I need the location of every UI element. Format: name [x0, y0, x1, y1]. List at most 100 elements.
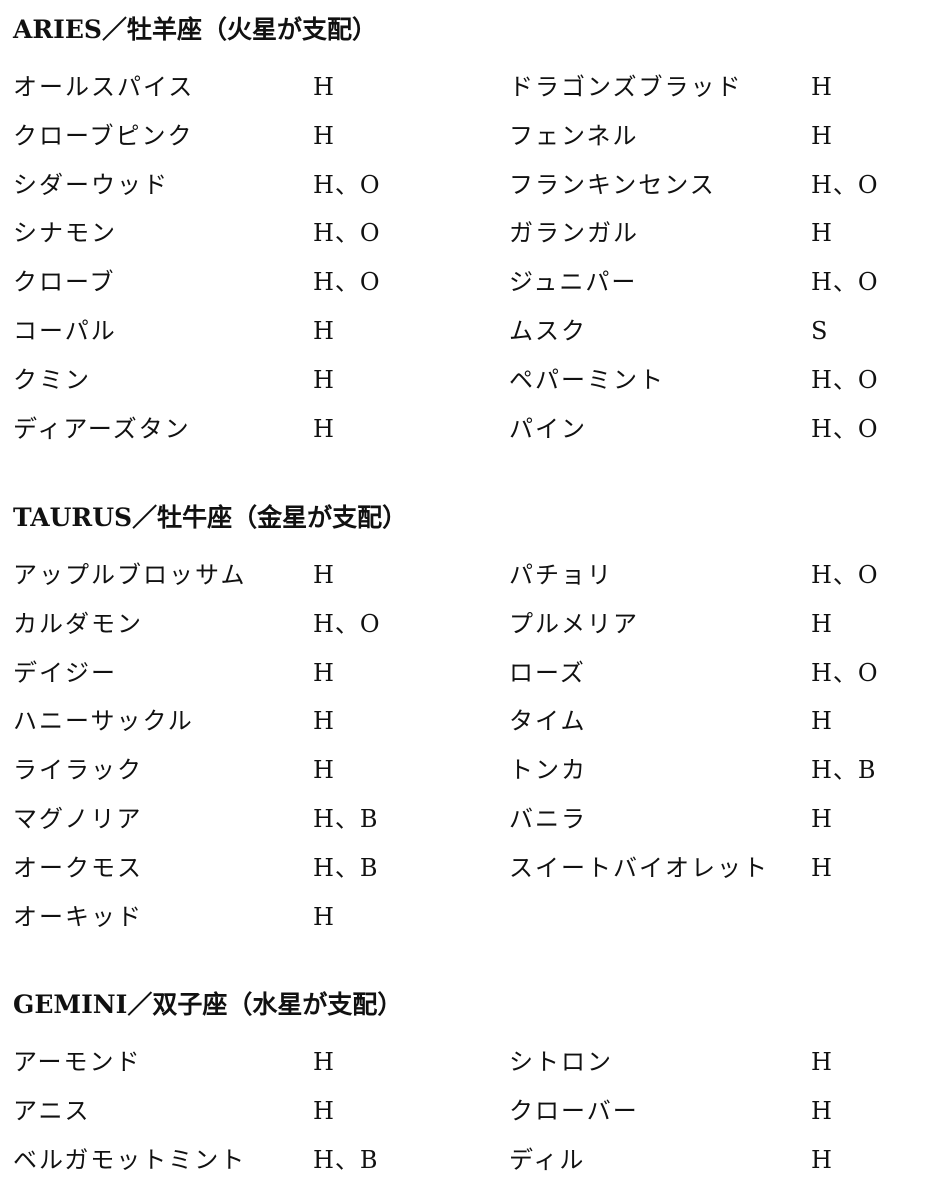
- table-row: デイジー H ローズ H、O: [0, 649, 927, 698]
- table-row: アーモンド H シトロン H: [0, 1038, 927, 1087]
- herb-name: アップルブロッサム: [13, 561, 247, 589]
- herb-name: クローブピンク: [13, 121, 194, 150]
- herb-name: シナモン: [13, 219, 117, 248]
- herb-code: S: [811, 316, 829, 345]
- table-row: カルダモン H、O プルメリア H: [0, 600, 927, 649]
- herb-name: ディル: [509, 1145, 586, 1174]
- herb-name: シダーウッド: [13, 170, 169, 199]
- herb-code: H: [811, 853, 833, 882]
- herb-name: トンカ: [509, 756, 587, 785]
- herb-name: フェンネル: [509, 121, 639, 150]
- table-row: マグノリア H、B バニラ H: [0, 795, 927, 844]
- herb-code: H、B: [313, 804, 379, 833]
- herb-code: H: [811, 1048, 833, 1076]
- herb-name: オーキッド: [13, 902, 143, 931]
- herb-code: H、O: [811, 414, 879, 443]
- herb-name: マグノリア: [13, 804, 143, 833]
- table-row: ベルガモットミント H、B ディル H: [0, 1136, 927, 1185]
- herb-name: オールスパイス: [13, 73, 195, 101]
- herb-code: H: [313, 121, 335, 150]
- herb-code: H、O: [313, 609, 381, 638]
- herb-name: ジュニパー: [509, 268, 638, 297]
- herb-code: H: [313, 414, 335, 443]
- herb-code: H: [811, 1096, 833, 1125]
- herb-name: ハニーサックル: [13, 707, 194, 736]
- herb-code: H、O: [313, 170, 381, 199]
- herb-name: フランキンセンス: [509, 170, 716, 199]
- herb-name: バニラ: [509, 804, 587, 833]
- herb-name: クローバー: [509, 1096, 639, 1125]
- herb-code: H: [313, 316, 335, 345]
- herb-name: ローズ: [509, 658, 586, 687]
- herb-code: H、B: [313, 853, 379, 882]
- herb-name: コーパル: [13, 316, 117, 345]
- herb-name: ライラック: [13, 756, 143, 785]
- table-row: クミン H ペパーミント H、O: [0, 356, 927, 405]
- herb-list: アップルブロッサム H パチョリ H、O カルダモン H、O プルメリア H デ…: [0, 551, 927, 941]
- herb-name: クローブ: [13, 268, 116, 297]
- herb-name: ドラゴンズブラッド: [509, 73, 743, 101]
- herb-code: H: [811, 609, 833, 638]
- herb-name: デイジー: [13, 658, 117, 687]
- herb-code: H: [313, 902, 335, 931]
- herb-code: H: [313, 707, 335, 736]
- herb-code: H: [313, 756, 335, 785]
- herb-name: スイートバイオレット: [509, 853, 769, 882]
- section-title: TAURUS／牡牛座（金星が支配）: [13, 503, 408, 532]
- herb-code: H: [811, 804, 833, 833]
- table-row: アップルブロッサム H パチョリ H、O: [0, 551, 927, 600]
- table-row: オークモス H、B スイートバイオレット H: [0, 844, 927, 893]
- table-row: アニス H クローバー H: [0, 1087, 927, 1136]
- table-row: シダーウッド H、O フランキンセンス H、O: [0, 161, 927, 210]
- herb-code: H: [313, 365, 335, 394]
- herb-name: ディアーズタン: [13, 414, 191, 443]
- herb-code: H: [313, 561, 335, 589]
- herb-code: H: [811, 707, 833, 736]
- herb-list: オールスパイス H ドラゴンズブラッド H クローブピンク H フェンネル H …: [0, 63, 927, 453]
- herb-name: クミン: [13, 365, 91, 394]
- table-row: オールスパイス H ドラゴンズブラッド H: [0, 63, 927, 112]
- table-row: ハニーサックル H タイム H: [0, 697, 927, 746]
- herb-name: アニス: [13, 1096, 91, 1125]
- page: ARIES／牡羊座（火星が支配） オールスパイス H ドラゴンズブラッド H ク…: [0, 0, 927, 1186]
- table-row: クローブ H、O ジュニパー H、O: [0, 258, 927, 307]
- section-title: GEMINI／双子座（水星が支配）: [13, 990, 403, 1019]
- herb-name: オークモス: [13, 853, 143, 882]
- table-row: ディアーズタン H パイン H、O: [0, 405, 927, 454]
- herb-name: パチョリ: [509, 561, 613, 589]
- herb-code: H: [313, 658, 335, 687]
- herb-code: H、O: [811, 365, 879, 394]
- herb-name: タイム: [509, 707, 587, 736]
- herb-name: パイン: [509, 414, 587, 443]
- herb-name: プルメリア: [509, 609, 639, 638]
- herb-name: ベルガモットミント: [13, 1145, 247, 1174]
- table-row: オーキッド H: [0, 893, 927, 942]
- herb-list: アーモンド H シトロン H アニス H クローバー H ベルガモットミント H…: [0, 1038, 927, 1184]
- herb-code: H: [313, 1096, 335, 1125]
- herb-code: H: [811, 219, 833, 248]
- herb-name: ムスク: [509, 316, 587, 345]
- herb-code: H、O: [811, 268, 879, 297]
- herb-code: H、O: [811, 561, 879, 589]
- herb-code: H、O: [313, 268, 381, 297]
- herb-code: H: [811, 73, 833, 101]
- table-row: コーパル H ムスク S: [0, 307, 927, 356]
- table-row: シナモン H、O ガランガル H: [0, 209, 927, 258]
- herb-code: H: [811, 1145, 833, 1174]
- herb-code: H、B: [811, 756, 877, 785]
- herb-name: ガランガル: [509, 219, 639, 248]
- herb-name: カルダモン: [13, 609, 143, 638]
- herb-code: H: [313, 73, 335, 101]
- table-row: ライラック H トンカ H、B: [0, 746, 927, 795]
- herb-code: H: [313, 1048, 335, 1076]
- herb-code: H、O: [313, 219, 381, 248]
- herb-name: アーモンド: [13, 1048, 142, 1076]
- herb-code: H、B: [313, 1145, 379, 1174]
- herb-code: H、O: [811, 658, 879, 687]
- herb-code: H: [811, 121, 833, 150]
- table-row: クローブピンク H フェンネル H: [0, 112, 927, 161]
- herb-name: シトロン: [509, 1048, 613, 1076]
- section-title: ARIES／牡羊座（火星が支配）: [13, 15, 377, 44]
- herb-code: H、O: [811, 170, 879, 199]
- herb-name: ペパーミント: [509, 365, 665, 394]
